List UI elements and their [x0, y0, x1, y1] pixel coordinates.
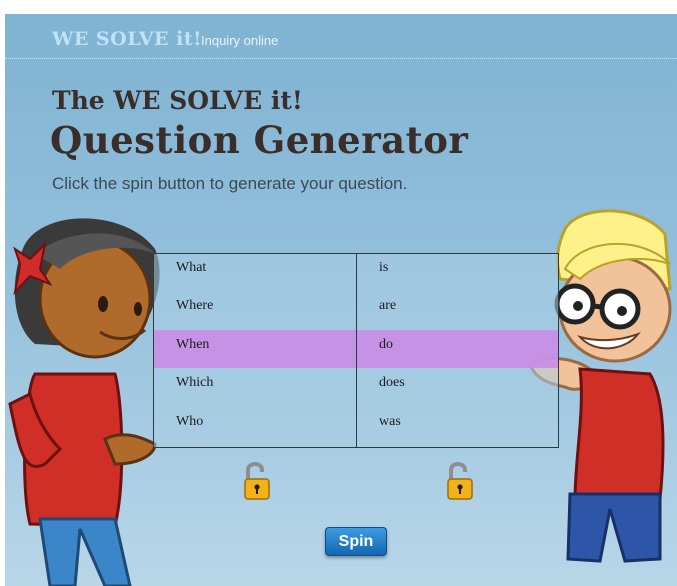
right-word: is — [379, 260, 389, 275]
left-word-column: What Where When Which Who — [154, 254, 354, 447]
left-word: Who — [176, 414, 204, 429]
right-word: does — [379, 375, 405, 390]
right-word-selected: do — [379, 337, 393, 352]
page-title-line-1: The WE SOLVE it! — [52, 86, 303, 115]
left-word: Where — [176, 298, 214, 313]
section-label: Inquiry online — [201, 33, 279, 48]
left-word-selected: When — [176, 337, 210, 352]
brand-logo[interactable]: WE SOLVE it! — [52, 28, 202, 50]
question-generator-panel: What Where When Which Who is are do does… — [153, 253, 559, 448]
top-bar: WE SOLVE it! Inquiry online — [5, 14, 677, 58]
left-column-lock-icon[interactable] — [244, 460, 270, 500]
right-word: are — [379, 298, 397, 313]
header-divider — [5, 58, 677, 59]
left-word: Which — [176, 375, 214, 390]
right-word-column: is are do does was — [357, 254, 557, 447]
app-frame: WE SOLVE it! Inquiry online The WE SOLVE… — [5, 14, 677, 586]
spin-button[interactable]: Spin — [325, 527, 387, 556]
left-word: What — [176, 260, 207, 275]
girl-character-illustration — [8, 218, 160, 586]
right-word: was — [379, 414, 401, 429]
page-title-line-2: Question Generator — [50, 118, 469, 162]
right-column-lock-icon[interactable] — [447, 460, 473, 500]
instructions-text: Click the spin button to generate your q… — [52, 174, 408, 193]
